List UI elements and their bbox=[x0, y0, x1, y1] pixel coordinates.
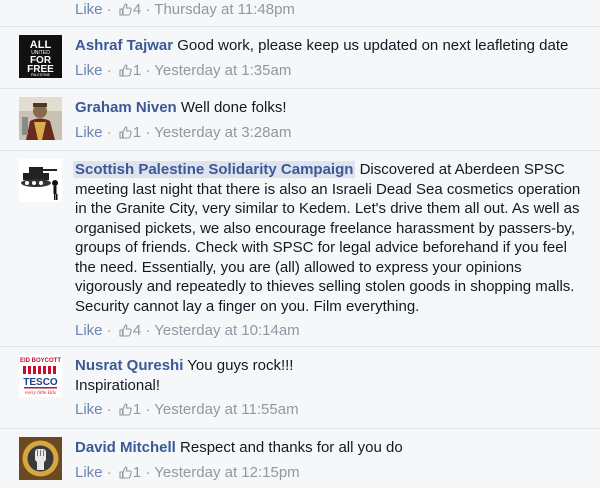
comment-meta: Like · 4 · Yesterday at 10:14am bbox=[75, 321, 587, 340]
timestamp[interactable]: Yesterday at 11:55am bbox=[154, 401, 298, 418]
thumbs-up-icon bbox=[119, 2, 132, 21]
comment: Like · 4 · Thursday at 11:48pm bbox=[0, 0, 600, 24]
comment-text: Respect and thanks for all you do bbox=[180, 439, 403, 456]
avatar[interactable] bbox=[19, 437, 62, 480]
comment-author[interactable]: Nusrat Qureshi bbox=[75, 357, 183, 374]
comment: Scottish Palestine Solidarity Campaign D… bbox=[0, 150, 600, 346]
boycott-logo-icon: EID BOYCOTT TESCO every little kills bbox=[19, 354, 62, 397]
comment-text: You guys rock!!! bbox=[187, 357, 294, 374]
thumbs-up-icon bbox=[119, 465, 132, 484]
timestamp[interactable]: Thursday at 11:48pm bbox=[154, 1, 295, 18]
like-link[interactable]: Like bbox=[75, 1, 103, 18]
comment-author[interactable]: Scottish Palestine Solidarity Campaign bbox=[73, 161, 356, 178]
avatar-logo-text: EID BOYCOTT bbox=[20, 358, 61, 364]
timestamp[interactable]: Yesterday at 3:28am bbox=[154, 124, 291, 141]
comment-text: Discovered at Aberdeen SPSC meeting last… bbox=[75, 161, 581, 315]
comment-meta: Like · 1 · Yesterday at 1:35am bbox=[75, 61, 587, 80]
comment-meta: Like · 1 · Yesterday at 12:15pm bbox=[75, 463, 587, 482]
comment-meta: Like · 1 · Yesterday at 3:28am bbox=[75, 123, 587, 142]
comment-author[interactable]: Graham Niven bbox=[75, 99, 177, 116]
like-count[interactable]: 1 bbox=[133, 62, 141, 79]
thumbs-up-icon bbox=[119, 63, 132, 82]
fist-emblem-icon bbox=[19, 437, 62, 480]
avatar[interactable] bbox=[19, 97, 62, 140]
thumbs-up-icon bbox=[119, 323, 132, 342]
comment-meta: Like · 4 · Thursday at 11:48pm bbox=[75, 0, 587, 19]
like-link[interactable]: Like bbox=[75, 124, 103, 141]
like-count[interactable]: 4 bbox=[133, 1, 141, 18]
tank-icon bbox=[19, 159, 62, 202]
avatar-logo-text: every little kills bbox=[25, 391, 56, 396]
like-link[interactable]: Like bbox=[75, 322, 103, 339]
like-link[interactable]: Like bbox=[75, 401, 103, 418]
like-link[interactable]: Like bbox=[75, 62, 103, 79]
thumbs-up-icon bbox=[119, 402, 132, 421]
like-count[interactable]: 1 bbox=[133, 464, 141, 481]
comment-text: Well done folks! bbox=[180, 99, 287, 116]
avatar[interactable] bbox=[19, 159, 62, 202]
like-link[interactable]: Like bbox=[75, 464, 103, 481]
avatar-logo-text: PALESTINE bbox=[31, 73, 51, 77]
thumbs-up-icon bbox=[119, 125, 132, 144]
comment-author[interactable]: David Mitchell bbox=[75, 439, 176, 456]
avatar[interactable]: ALL UNITED FOR FREE PALESTINE bbox=[19, 35, 62, 78]
timestamp[interactable]: Yesterday at 1:35am bbox=[154, 62, 291, 79]
comment: David Mitchell Respect and thanks for al… bbox=[0, 428, 600, 488]
comment-text: Inspirational! bbox=[75, 376, 161, 394]
comment-thread: Like · 4 · Thursday at 11:48pm ALL UNITE… bbox=[0, 0, 600, 488]
like-count[interactable]: 1 bbox=[133, 124, 141, 141]
person-photo-icon bbox=[19, 97, 62, 140]
like-count[interactable]: 4 bbox=[133, 322, 141, 339]
avatar[interactable]: EID BOYCOTT TESCO every little kills bbox=[19, 354, 62, 397]
timestamp[interactable]: Yesterday at 10:14am bbox=[154, 322, 299, 339]
avatar-logo-text: TESCO bbox=[23, 377, 58, 388]
like-count[interactable]: 1 bbox=[133, 401, 141, 418]
comment-meta: Like · 1 · Yesterday at 11:55am bbox=[75, 400, 587, 419]
comment: ALL UNITED FOR FREE PALESTINE Ashraf Taj… bbox=[0, 26, 600, 88]
comment: EID BOYCOTT TESCO every little kills Nus… bbox=[0, 346, 600, 428]
timestamp[interactable]: Yesterday at 12:15pm bbox=[154, 464, 299, 481]
comment: Graham Niven Well done folks! Like · 1 ·… bbox=[0, 88, 600, 150]
comment-author[interactable]: Ashraf Tajwar bbox=[75, 37, 173, 54]
comment-text: Good work, please keep us updated on nex… bbox=[177, 37, 569, 54]
